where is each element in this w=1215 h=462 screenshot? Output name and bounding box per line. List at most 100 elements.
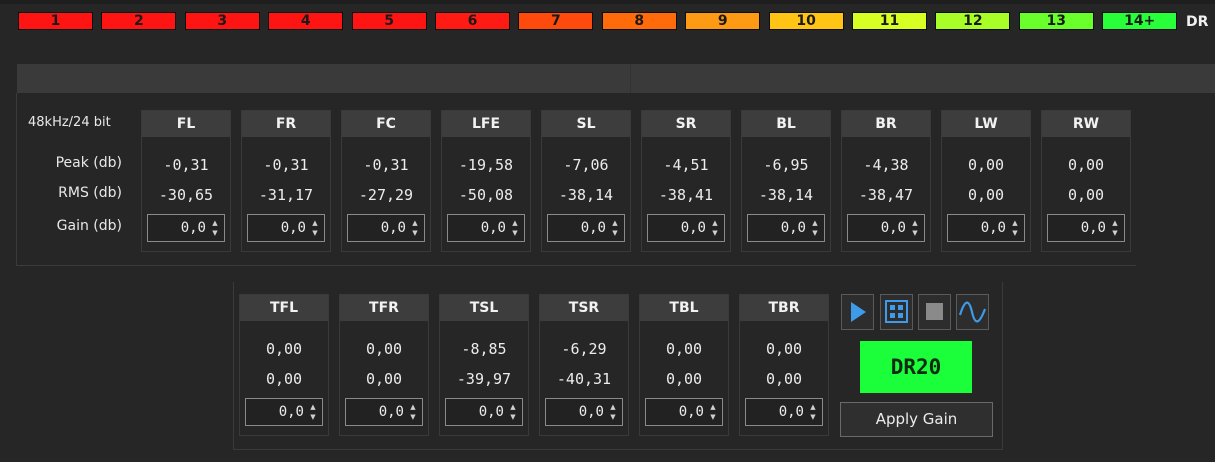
spin-up-icon[interactable]: ▲ [510,219,520,227]
gain-spinbox[interactable]: 0,0 ▲ ▼ [645,398,723,426]
gain-value: 0,0 [280,220,306,236]
gain-spinbox[interactable]: 0,0 ▲ ▼ [947,214,1025,242]
spin-up-icon[interactable]: ▲ [710,219,720,227]
channel-name: FL [142,111,230,137]
spin-up-icon[interactable]: ▲ [508,403,518,411]
channel-name: BR [842,111,930,137]
spin-down-icon[interactable]: ▼ [310,229,320,237]
gain-value: 0,0 [378,404,404,420]
channel-strip-fr: FR -0,31 -31,17 0,0 ▲ ▼ [241,110,331,252]
stop-button[interactable] [918,294,951,330]
channel-name: BL [742,111,830,137]
spin-arrows[interactable]: ▲ ▼ [308,403,318,421]
spin-arrows[interactable]: ▲ ▼ [710,219,720,237]
channel-strip-tsl: TSL -8,85 -39,97 0,0 ▲ ▼ [439,294,529,436]
channel-name: LW [942,111,1030,137]
spin-up-icon[interactable]: ▲ [410,219,420,227]
spin-arrows[interactable]: ▲ ▼ [510,219,520,237]
format-label: 48kHz/24 bit [28,115,111,130]
spin-down-icon[interactable]: ▼ [308,413,318,421]
dr-scale-cell: 11 [852,12,927,30]
gain-spinbox[interactable]: 0,0 ▲ ▼ [147,214,225,242]
spin-down-icon[interactable]: ▼ [708,413,718,421]
gain-spinbox[interactable]: 0,0 ▲ ▼ [447,214,525,242]
spin-up-icon[interactable]: ▲ [608,403,618,411]
gain-spinbox[interactable]: 0,0 ▲ ▼ [647,214,725,242]
rms-row-label: RMS (db) [58,185,122,201]
gain-spinbox[interactable]: 0,0 ▲ ▼ [245,398,323,426]
peak-value: 0,00 [765,340,803,358]
channel-strip-fc: FC -0,31 -27,29 0,0 ▲ ▼ [341,110,431,252]
spin-up-icon[interactable]: ▲ [808,403,818,411]
spin-down-icon[interactable]: ▼ [508,413,518,421]
spin-down-icon[interactable]: ▼ [210,229,220,237]
spin-up-icon[interactable]: ▲ [610,219,620,227]
dr-scale-cell: 12 [935,12,1011,30]
rms-value: -30,65 [158,186,214,204]
spin-down-icon[interactable]: ▼ [510,229,520,237]
spin-down-icon[interactable]: ▼ [408,413,418,421]
spin-up-icon[interactable]: ▲ [910,219,920,227]
channel-name: SR [642,111,730,137]
spin-arrows[interactable]: ▲ ▼ [408,403,418,421]
gain-spinbox[interactable]: 0,0 ▲ ▼ [345,398,423,426]
gain-value: 0,0 [780,220,806,236]
spin-down-icon[interactable]: ▼ [810,229,820,237]
spin-arrows[interactable]: ▲ ▼ [410,219,420,237]
gain-spinbox[interactable]: 0,0 ▲ ▼ [847,214,925,242]
peak-value: -19,58 [458,156,514,174]
spin-down-icon[interactable]: ▼ [1110,229,1120,237]
gain-spinbox[interactable]: 0,0 ▲ ▼ [747,214,825,242]
spin-down-icon[interactable]: ▼ [710,229,720,237]
spin-up-icon[interactable]: ▲ [308,403,318,411]
gain-spinbox[interactable]: 0,0 ▲ ▼ [247,214,325,242]
spin-down-icon[interactable]: ▼ [610,229,620,237]
apply-gain-button[interactable]: Apply Gain [840,402,993,437]
spin-up-icon[interactable]: ▲ [1110,219,1120,227]
spin-arrows[interactable]: ▲ ▼ [1110,219,1120,237]
stop-icon [919,303,950,333]
spin-up-icon[interactable]: ▲ [210,219,220,227]
spin-down-icon[interactable]: ▼ [910,229,920,237]
spin-arrows[interactable]: ▲ ▼ [1010,219,1020,237]
dr-scale-cell: 1 [18,12,93,30]
spin-down-icon[interactable]: ▼ [808,413,818,421]
spin-down-icon[interactable]: ▼ [410,229,420,237]
channel-strip-lfe: LFE -19,58 -50,08 0,0 ▲ ▼ [441,110,531,252]
spin-up-icon[interactable]: ▲ [1010,219,1020,227]
play-button[interactable] [841,294,874,330]
gain-spinbox[interactable]: 0,0 ▲ ▼ [547,214,625,242]
channel-strip-tfl: TFL 0,00 0,00 0,0 ▲ ▼ [239,294,329,436]
spin-up-icon[interactable]: ▲ [810,219,820,227]
dr-scale-cell: 4 [268,12,344,30]
spin-down-icon[interactable]: ▼ [608,413,618,421]
spin-up-icon[interactable]: ▲ [708,403,718,411]
gain-value: 0,0 [478,404,504,420]
rms-value: -38,47 [858,186,914,204]
view-button[interactable] [880,294,913,330]
peak-value: 0,00 [1067,156,1105,174]
gain-spinbox[interactable]: 0,0 ▲ ▼ [347,214,425,242]
gain-value: 0,0 [380,220,406,236]
gain-spinbox[interactable]: 0,0 ▲ ▼ [745,398,823,426]
spin-arrows[interactable]: ▲ ▼ [810,219,820,237]
spin-arrows[interactable]: ▲ ▼ [708,403,718,421]
spin-up-icon[interactable]: ▲ [310,219,320,227]
rms-value: 0,00 [265,370,303,388]
spin-arrows[interactable]: ▲ ▼ [610,219,620,237]
gain-value: 0,0 [278,404,304,420]
spin-arrows[interactable]: ▲ ▼ [508,403,518,421]
gain-spinbox[interactable]: 0,0 ▲ ▼ [1047,214,1125,242]
spin-arrows[interactable]: ▲ ▼ [910,219,920,237]
gain-spinbox[interactable]: 0,0 ▲ ▼ [445,398,523,426]
spin-arrows[interactable]: ▲ ▼ [608,403,618,421]
rms-value: -40,31 [556,370,612,388]
spin-arrows[interactable]: ▲ ▼ [808,403,818,421]
spin-up-icon[interactable]: ▲ [408,403,418,411]
header-bar [17,64,1215,93]
waveform-button[interactable] [956,294,989,330]
spin-arrows[interactable]: ▲ ▼ [210,219,220,237]
spin-down-icon[interactable]: ▼ [1010,229,1020,237]
spin-arrows[interactable]: ▲ ▼ [310,219,320,237]
gain-spinbox[interactable]: 0,0 ▲ ▼ [545,398,623,426]
